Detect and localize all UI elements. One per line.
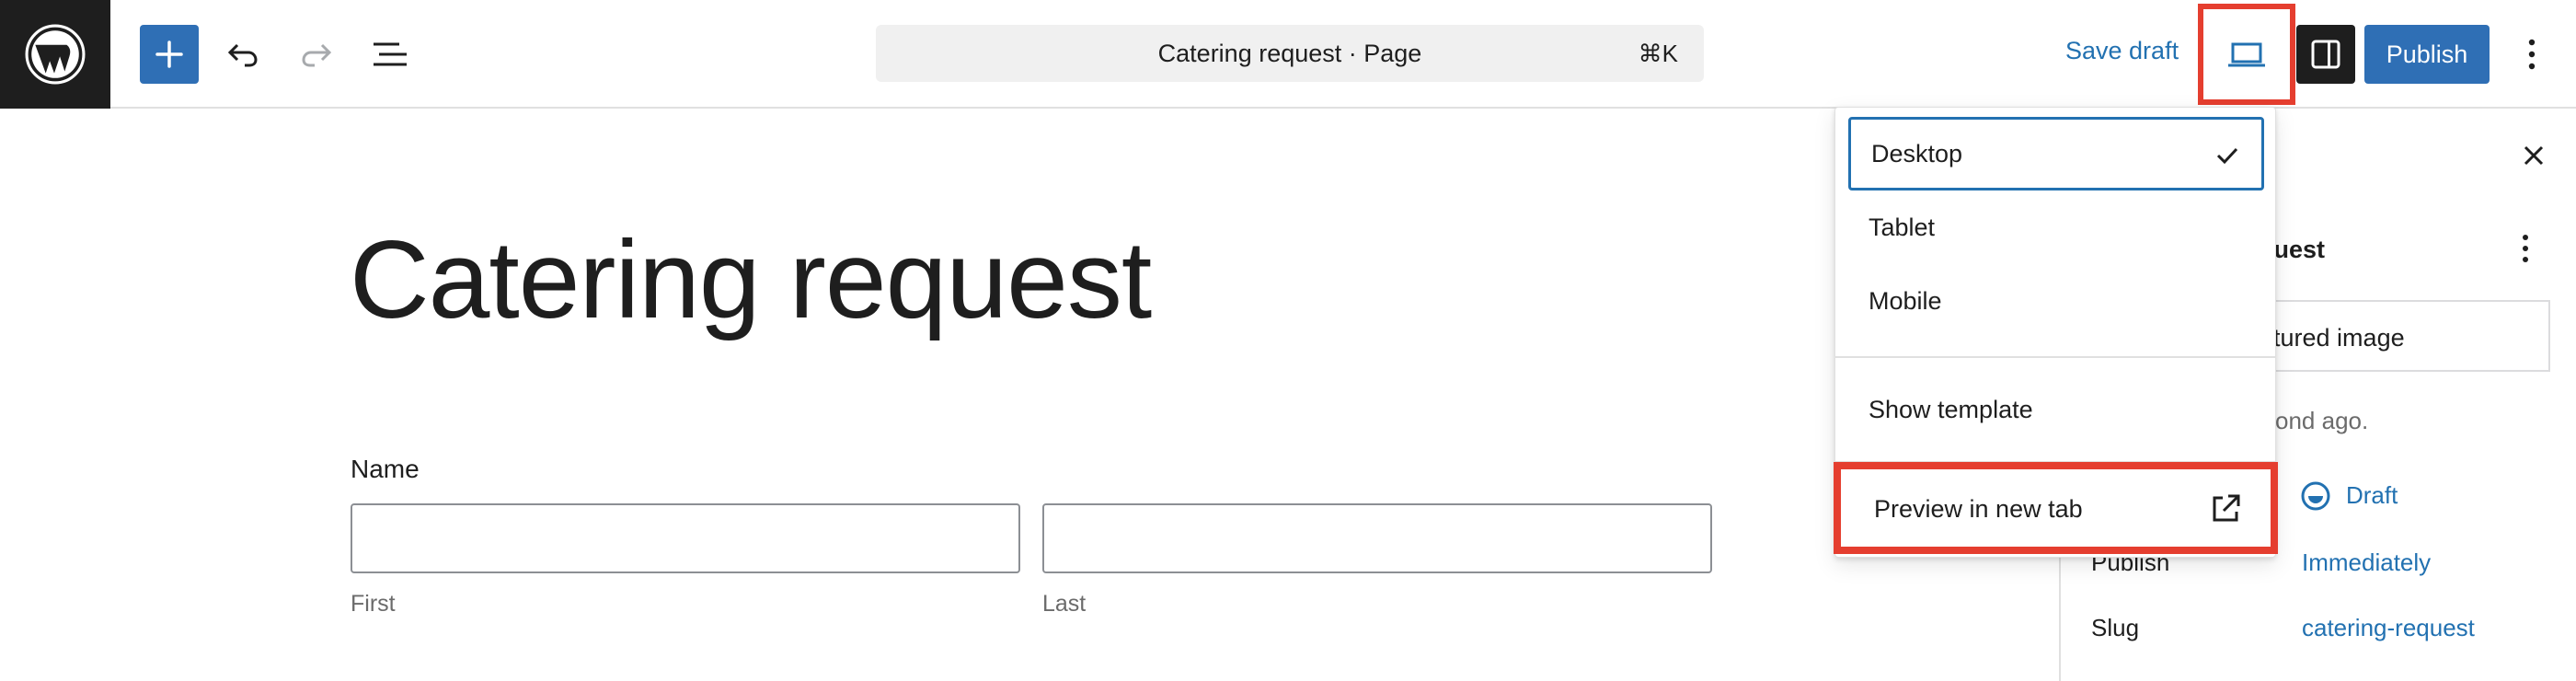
page-title[interactable]: Catering request bbox=[350, 225, 1152, 335]
preview-item-highlight bbox=[1834, 462, 2278, 554]
undo-icon bbox=[227, 43, 258, 67]
sidebar-toggle-icon bbox=[2311, 40, 2340, 69]
menu-divider bbox=[1835, 356, 2275, 358]
plus-icon bbox=[155, 40, 183, 68]
document-title: Catering request · Page bbox=[1157, 39, 1422, 67]
last-sublabel: Last bbox=[1042, 591, 1087, 617]
check-icon bbox=[2216, 147, 2238, 165]
close-sidebar-button[interactable] bbox=[2512, 133, 2556, 178]
name-field-label: Name bbox=[351, 455, 420, 483]
add-block-button[interactable] bbox=[140, 25, 199, 84]
slug-value-link[interactable]: catering-request bbox=[2302, 614, 2475, 642]
status-value-link[interactable]: Draft bbox=[2346, 481, 2398, 510]
menu-item-tablet[interactable]: Tablet bbox=[1848, 190, 2264, 264]
menu-item-desktop[interactable]: Desktop bbox=[1848, 117, 2264, 190]
wordpress-logo-icon[interactable] bbox=[0, 0, 110, 109]
list-view-icon bbox=[374, 42, 407, 66]
document-title-bar[interactable]: Catering request · Page ⌘K bbox=[876, 25, 1704, 82]
view-button-highlight bbox=[2198, 4, 2295, 105]
sidebar-actions-button[interactable] bbox=[2512, 230, 2539, 267]
command-shortcut: ⌘K bbox=[1638, 40, 1678, 67]
more-vertical-icon bbox=[2528, 39, 2536, 70]
slug-row-label: Slug bbox=[2091, 614, 2140, 641]
last-name-input[interactable] bbox=[1042, 503, 1712, 573]
menu-item-label: Mobile bbox=[1869, 286, 1942, 315]
redo-button[interactable] bbox=[287, 25, 346, 84]
menu-item-mobile[interactable]: Mobile bbox=[1848, 264, 2264, 338]
menu-item-label: Tablet bbox=[1869, 213, 1936, 241]
menu-item-label: Show template bbox=[1869, 395, 2033, 423]
draft-status-icon bbox=[2301, 481, 2330, 511]
options-button[interactable] bbox=[2502, 25, 2561, 84]
save-draft-button[interactable]: Save draft bbox=[2065, 37, 2179, 65]
publish-date-link[interactable]: Immediately bbox=[2302, 548, 2431, 577]
last-saved-text: cond ago. bbox=[2263, 407, 2369, 434]
redo-icon bbox=[302, 43, 332, 67]
undo-button[interactable] bbox=[213, 25, 272, 84]
editor-top-toolbar: Catering request · Page ⌘K Save draft Pu… bbox=[0, 0, 2576, 109]
document-overview-button[interactable] bbox=[361, 25, 420, 84]
close-icon bbox=[2524, 145, 2544, 166]
first-name-input[interactable] bbox=[351, 503, 1020, 573]
menu-item-label: Desktop bbox=[1871, 139, 1963, 167]
more-vertical-icon bbox=[2523, 235, 2528, 262]
first-sublabel: First bbox=[351, 591, 396, 617]
menu-item-show-template[interactable]: Show template bbox=[1848, 373, 2264, 446]
settings-button[interactable] bbox=[2296, 25, 2355, 84]
publish-button[interactable]: Publish bbox=[2364, 25, 2490, 84]
featured-image-label: atured image bbox=[2260, 324, 2405, 352]
